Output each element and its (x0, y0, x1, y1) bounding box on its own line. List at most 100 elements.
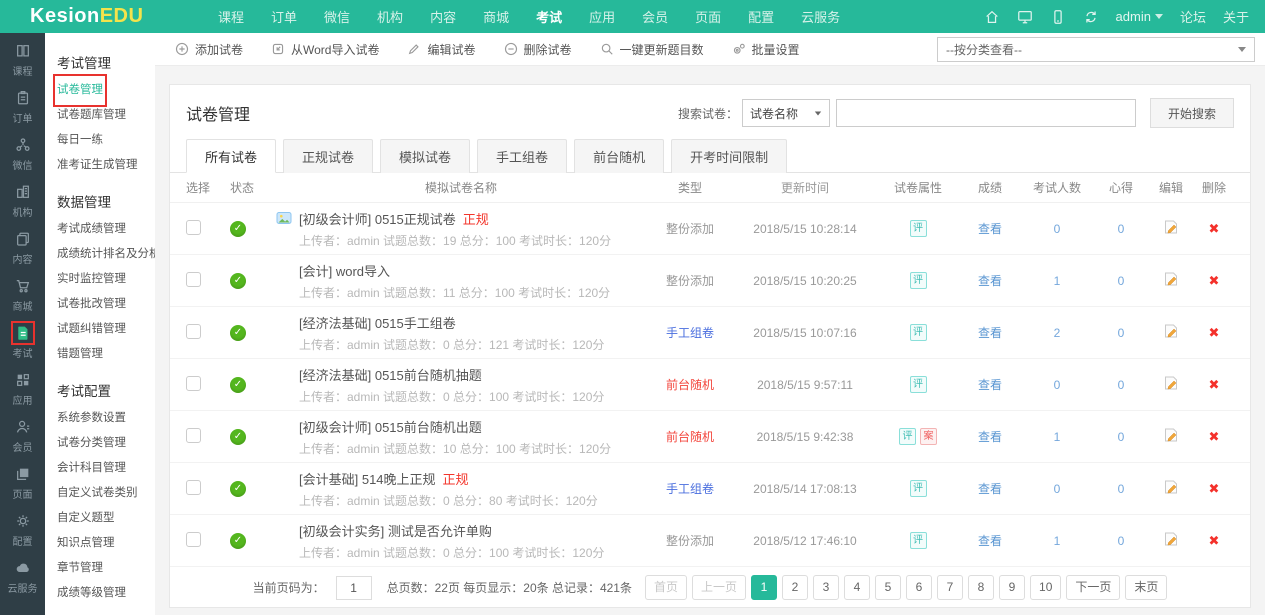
row-checkbox[interactable] (186, 323, 201, 339)
delete-icon[interactable]: ✖ (1209, 221, 1220, 236)
delete-icon[interactable]: ✖ (1209, 325, 1220, 340)
exam-count[interactable]: 2 (1020, 326, 1094, 340)
prev-page-button[interactable]: 上一页 (692, 575, 747, 600)
sidebar-item[interactable]: 成绩等级管理 (57, 581, 155, 606)
sidebar-item[interactable]: 考试成绩管理 (57, 217, 155, 242)
rail-item-orders[interactable]: 订单 (0, 84, 45, 131)
exam-count[interactable]: 1 (1020, 534, 1094, 548)
page-number-button[interactable]: 1 (751, 575, 778, 600)
page-number-button[interactable]: 3 (813, 575, 840, 600)
sidebar-item[interactable]: 成绩统计排名及分析 (57, 242, 155, 267)
view-score-link[interactable]: 查看 (978, 378, 1002, 392)
view-score-link[interactable]: 查看 (978, 222, 1002, 236)
monitor-icon[interactable] (1017, 9, 1033, 25)
view-score-link[interactable]: 查看 (978, 326, 1002, 340)
exam-count[interactable]: 1 (1020, 430, 1094, 444)
add-paper-button[interactable]: 添加试卷 (175, 41, 243, 58)
tab[interactable]: 前台随机 (574, 139, 665, 173)
sidebar-item[interactable]: 实时监控管理 (57, 267, 155, 292)
nav-item[interactable]: 订单 (271, 7, 297, 26)
tab[interactable]: 所有试卷 (186, 139, 277, 173)
delete-icon[interactable]: ✖ (1209, 429, 1220, 444)
page-number-button[interactable]: 10 (1030, 575, 1062, 600)
rail-item-apps[interactable]: 应用 (0, 366, 45, 413)
rail-item-mall[interactable]: 商城 (0, 272, 45, 319)
paper-title[interactable]: [会计] word导入 (299, 261, 390, 280)
sidebar-item[interactable]: 错题管理 (57, 342, 155, 367)
next-page-button[interactable]: 下一页 (1066, 575, 1121, 600)
paper-title[interactable]: [经济法基础] 0515前台随机抽题 (299, 365, 482, 384)
page-number-button[interactable]: 4 (844, 575, 871, 600)
paper-title[interactable]: [初级会计师] 0515前台随机出题 (299, 417, 482, 436)
sidebar-item[interactable]: 试卷题库管理 (57, 103, 155, 128)
delete-icon[interactable]: ✖ (1209, 377, 1220, 392)
category-filter-select[interactable]: --按分类查看-- (937, 36, 1255, 62)
delete-icon[interactable]: ✖ (1209, 273, 1220, 288)
search-button[interactable]: 开始搜索 (1149, 98, 1234, 128)
mobile-icon[interactable] (1050, 9, 1066, 25)
tab[interactable]: 模拟试卷 (380, 139, 471, 173)
view-score-link[interactable]: 查看 (978, 430, 1002, 444)
sidebar-item[interactable]: 会计科目管理 (57, 456, 155, 481)
nav-item[interactable]: 配置 (748, 7, 774, 26)
refresh-icon[interactable] (1083, 9, 1099, 25)
nav-item[interactable]: 会员 (642, 7, 668, 26)
home-icon[interactable] (984, 9, 1000, 25)
edit-paper-button[interactable]: 编辑试卷 (407, 41, 476, 58)
search-field-select[interactable]: 试卷名称 (741, 99, 830, 127)
update-count-button[interactable]: 一键更新题目数 (600, 41, 704, 58)
delete-paper-button[interactable]: 删除试卷 (504, 41, 572, 58)
tab[interactable]: 手工组卷 (477, 139, 568, 173)
sidebar-item[interactable]: 系统参数设置 (57, 406, 155, 431)
sidebar-item[interactable]: 试卷管理 (53, 74, 155, 107)
edit-icon[interactable] (1148, 531, 1194, 550)
edit-icon[interactable] (1148, 427, 1194, 446)
sidebar-item[interactable]: 每日一练 (57, 128, 155, 153)
page-number-button[interactable]: 5 (875, 575, 902, 600)
edit-icon[interactable] (1148, 323, 1194, 342)
batch-settings-button[interactable]: 批量设置 (732, 41, 800, 58)
rail-item-config[interactable]: 配置 (0, 507, 45, 554)
edit-icon[interactable] (1148, 375, 1194, 394)
exam-count[interactable]: 0 (1020, 378, 1094, 392)
edit-icon[interactable] (1148, 479, 1194, 498)
sidebar-item[interactable]: 知识点管理 (57, 531, 155, 556)
page-number-button[interactable]: 9 (999, 575, 1026, 600)
rail-item-members[interactable]: 会员 (0, 413, 45, 460)
rail-item-cloud[interactable]: 云服务 (0, 554, 45, 601)
view-score-link[interactable]: 查看 (978, 482, 1002, 496)
notes-count[interactable]: 0 (1094, 534, 1148, 548)
sidebar-item[interactable]: 章节管理 (57, 556, 155, 581)
last-page-button[interactable]: 末页 (1125, 575, 1168, 600)
paper-title[interactable]: [初级会计实务] 测试是否允许单购 (299, 521, 492, 540)
nav-item[interactable]: 内容 (430, 7, 456, 26)
exam-count[interactable]: 1 (1020, 274, 1094, 288)
about-link[interactable]: 关于 (1223, 7, 1249, 26)
tab[interactable]: 正规试卷 (283, 139, 374, 173)
nav-item[interactable]: 课程 (218, 7, 244, 26)
rail-item-courses[interactable]: 课程 (0, 37, 45, 84)
current-page-input[interactable] (335, 575, 372, 600)
exam-count[interactable]: 0 (1020, 222, 1094, 236)
sidebar-item[interactable]: 自定义题型 (57, 506, 155, 531)
nav-item[interactable]: 页面 (695, 7, 721, 26)
row-checkbox[interactable] (186, 531, 201, 547)
sidebar-item[interactable]: 试卷批改管理 (57, 292, 155, 317)
notes-count[interactable]: 0 (1094, 430, 1148, 444)
sidebar-item[interactable]: 准考证生成管理 (57, 153, 155, 178)
paper-title[interactable]: [会计基础] 514晚上正规 (299, 469, 436, 488)
notes-count[interactable]: 0 (1094, 482, 1148, 496)
page-number-button[interactable]: 2 (782, 575, 809, 600)
delete-icon[interactable]: ✖ (1209, 533, 1220, 548)
rail-item-wechat[interactable]: 微信 (0, 131, 45, 178)
edit-icon[interactable] (1148, 219, 1194, 238)
nav-item[interactable]: 微信 (324, 7, 350, 26)
row-checkbox[interactable] (186, 479, 201, 495)
delete-icon[interactable]: ✖ (1209, 481, 1220, 496)
first-page-button[interactable]: 首页 (644, 575, 687, 600)
nav-item[interactable]: 云服务 (801, 7, 840, 26)
nav-item[interactable]: 商城 (483, 7, 509, 26)
search-input[interactable] (835, 99, 1136, 127)
notes-count[interactable]: 0 (1094, 274, 1148, 288)
notes-count[interactable]: 0 (1094, 326, 1148, 340)
